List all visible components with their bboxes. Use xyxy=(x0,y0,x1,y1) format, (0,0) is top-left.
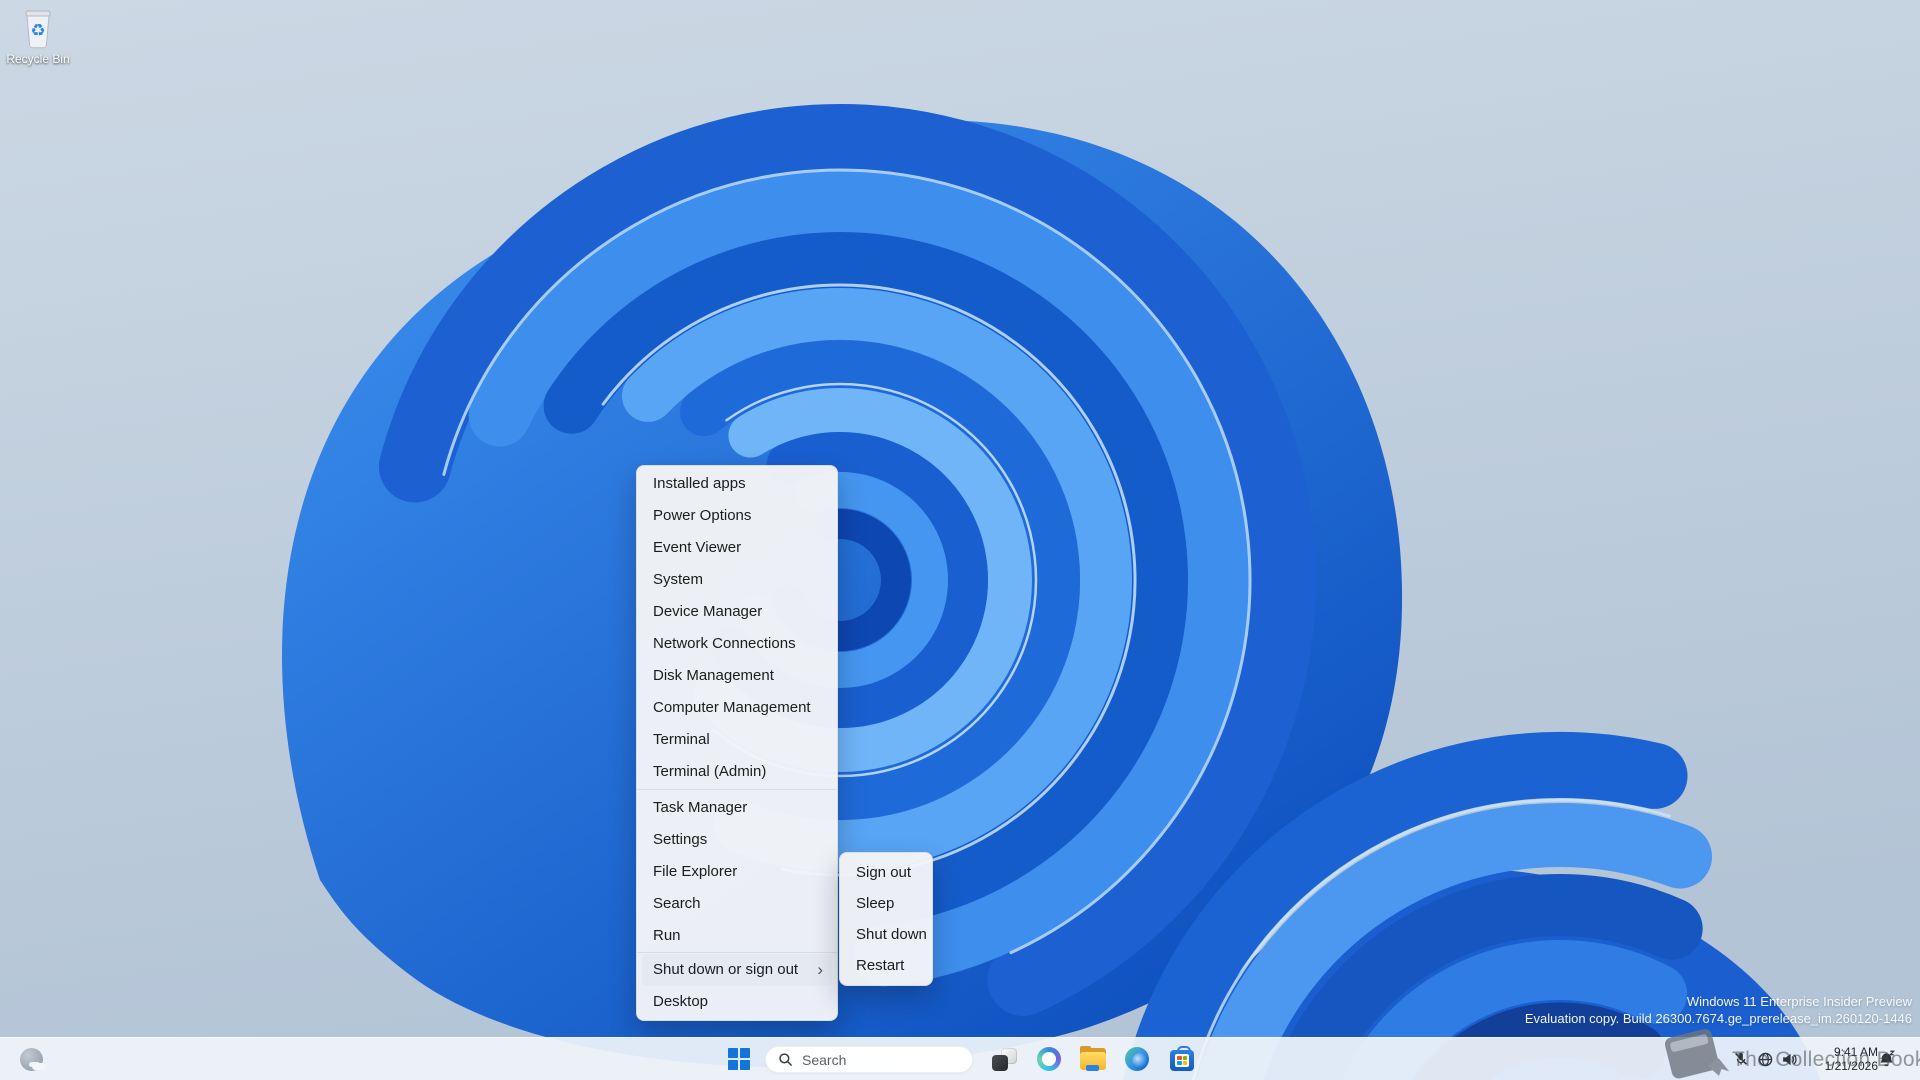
recycle-bin-desktop-icon[interactable]: ♻ Recycle Bin xyxy=(6,8,70,66)
menu-item-search[interactable]: Search xyxy=(642,888,832,920)
menu-item-desktop[interactable]: Desktop xyxy=(642,986,832,1018)
edge-browser-icon xyxy=(1125,1047,1149,1071)
microsoft-store-icon xyxy=(1170,1046,1194,1071)
shutdown-submenu: Sign out Sleep Shut down Restart xyxy=(839,852,933,986)
os-evaluation-watermark: Windows 11 Enterprise Insider Preview Ev… xyxy=(1525,993,1912,1027)
microphone-muted-icon xyxy=(1735,1052,1747,1065)
taskbar-search-box[interactable]: Search xyxy=(765,1046,973,1073)
taskbar-clock[interactable]: 9:41 AM 1/21/2026 xyxy=(1806,1045,1878,1073)
submenu-item-sleep[interactable]: Sleep xyxy=(844,888,928,919)
recycle-bin-icon: ♻ xyxy=(25,10,51,49)
submenu-item-shut-down[interactable]: Shut down xyxy=(844,919,928,950)
menu-item-run[interactable]: Run xyxy=(642,920,832,952)
menu-item-settings[interactable]: Settings xyxy=(642,824,832,856)
widgets-weather-icon xyxy=(19,1047,45,1071)
recycle-bin-label: Recycle Bin xyxy=(6,52,70,66)
desktop: ♻ Recycle Bin Installed apps Power Optio… xyxy=(0,0,1920,1080)
notifications-dnd-button[interactable] xyxy=(1874,1047,1898,1071)
menu-item-power-options[interactable]: Power Options xyxy=(642,500,832,532)
submenu-item-restart[interactable]: Restart xyxy=(844,950,928,981)
file-explorer-icon xyxy=(1080,1046,1106,1071)
clock-time: 9:41 AM xyxy=(1833,1045,1878,1059)
menu-item-file-explorer[interactable]: File Explorer xyxy=(642,856,832,888)
task-view-button[interactable] xyxy=(985,1040,1023,1078)
recycle-glyph: ♻ xyxy=(30,21,45,40)
clock-date: 1/21/2026 xyxy=(1824,1059,1878,1073)
task-view-icon xyxy=(991,1047,1017,1072)
os-watermark-line2: Evaluation copy. Build 26300.7674.ge_pre… xyxy=(1524,1011,1912,1026)
os-watermark-line1: Windows 11 Enterprise Insider Preview xyxy=(1686,994,1912,1009)
copilot-icon xyxy=(1037,1047,1061,1071)
menu-item-device-manager[interactable]: Device Manager xyxy=(642,596,832,628)
menu-item-task-manager[interactable]: Task Manager xyxy=(642,792,832,824)
volume-icon xyxy=(1782,1053,1797,1065)
search-label: Search xyxy=(802,1051,847,1068)
taskbar: Search 9:41 AM 1/21/2026 xyxy=(0,1037,1920,1080)
submenu-item-sign-out[interactable]: Sign out xyxy=(844,857,928,888)
menu-item-terminal-admin[interactable]: Terminal (Admin) xyxy=(642,756,832,788)
menu-item-terminal[interactable]: Terminal xyxy=(642,724,832,756)
start-button[interactable] xyxy=(720,1040,758,1078)
microphone-muted-tray-button[interactable] xyxy=(1729,1047,1753,1071)
widgets-button[interactable] xyxy=(12,1040,50,1078)
network-globe-icon xyxy=(1758,1052,1772,1066)
search-icon xyxy=(779,1053,792,1066)
windows-logo-icon xyxy=(728,1048,750,1070)
desktop-wallpaper xyxy=(0,0,1920,1080)
winx-context-menu: Installed apps Power Options Event Viewe… xyxy=(636,465,838,1021)
file-explorer-button[interactable] xyxy=(1074,1040,1112,1078)
menu-item-disk-management[interactable]: Disk Management xyxy=(642,660,832,692)
menu-item-label: Shut down or sign out xyxy=(653,961,799,978)
menu-item-computer-management[interactable]: Computer Management xyxy=(642,692,832,724)
menu-item-shutdown-or-sign-out[interactable]: Shut down or sign out › xyxy=(642,954,832,986)
microsoft-store-button[interactable] xyxy=(1163,1040,1201,1078)
bell-do-not-disturb-icon xyxy=(1879,1050,1895,1066)
edge-button[interactable] xyxy=(1118,1040,1156,1078)
menu-item-event-viewer[interactable]: Event Viewer xyxy=(642,532,832,564)
volume-tray-button[interactable] xyxy=(1777,1047,1801,1071)
menu-item-installed-apps[interactable]: Installed apps xyxy=(642,468,832,500)
menu-separator xyxy=(637,952,837,953)
menu-item-network-connections[interactable]: Network Connections xyxy=(642,628,832,660)
copilot-button[interactable] xyxy=(1030,1040,1068,1078)
menu-item-system[interactable]: System xyxy=(642,564,832,596)
network-tray-button[interactable] xyxy=(1753,1047,1777,1071)
menu-separator xyxy=(637,789,837,790)
submenu-chevron-icon: › xyxy=(817,960,823,979)
